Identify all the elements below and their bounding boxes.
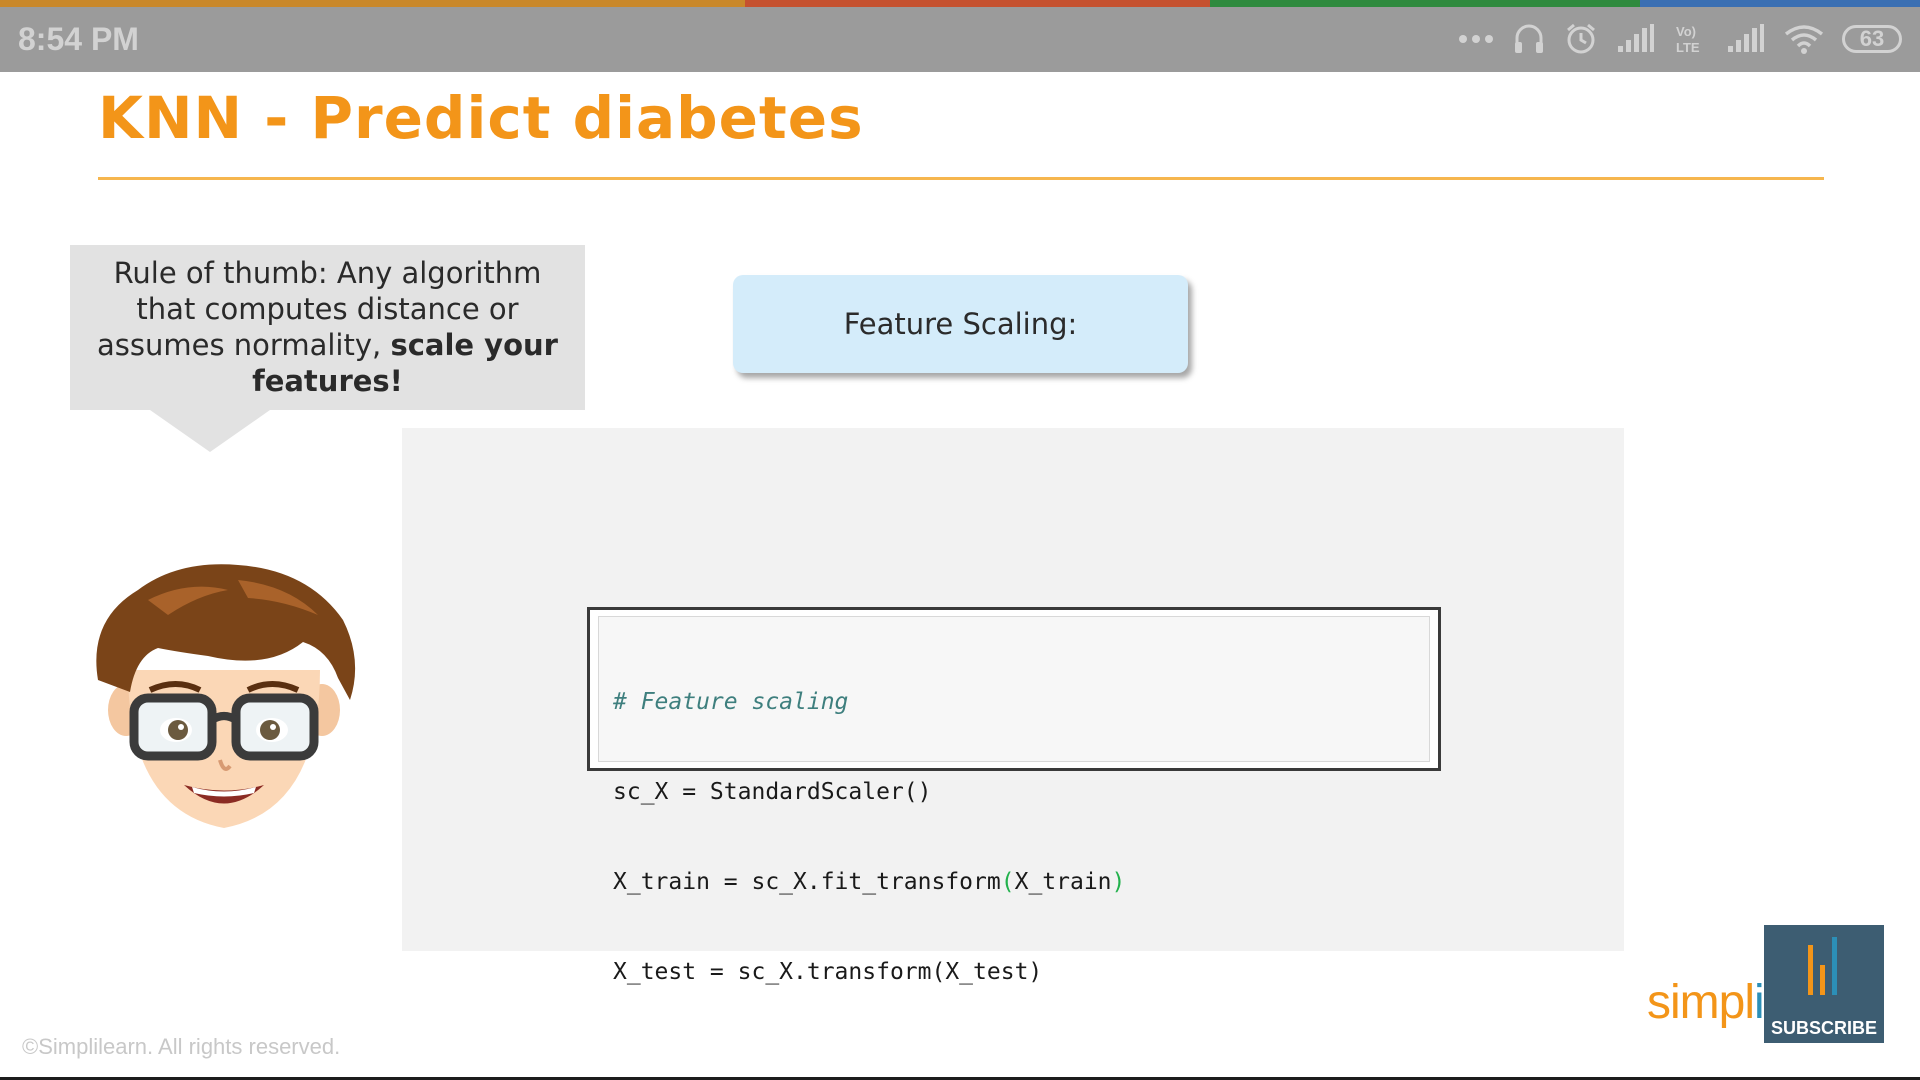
bubble-emphasis: features! — [252, 364, 403, 398]
wifi-icon — [1784, 25, 1824, 54]
subscribe-label: SUBSCRIBE — [1770, 1018, 1877, 1038]
code-line: X_test = sc_X.transform(X_test) — [613, 959, 1043, 985]
feature-scaling-label: Feature Scaling: — [733, 275, 1188, 373]
volte-top-text: Vo) — [1676, 24, 1696, 39]
bubble-text: assumes normality, — [97, 328, 382, 362]
subscribe-logo-icon — [1808, 937, 1837, 995]
code-block: # Feature scaling sc_X = StandardScaler(… — [587, 607, 1441, 985]
cartoon-character-icon — [96, 564, 356, 828]
code-content: # Feature scaling sc_X = StandardScaler(… — [598, 616, 1430, 985]
volte-icon: Vo) LTE — [1676, 24, 1700, 55]
bubble-line: Rule of thumb: Any algorithm — [113, 256, 542, 290]
code-text: X_train = sc_X.fit_transform — [613, 869, 1001, 895]
progress-strip — [0, 0, 1920, 7]
code-comment: # Feature scaling — [613, 689, 849, 715]
code-line: X_train = sc_X.fit_transform(X_train) — [613, 867, 1415, 897]
speech-bubble: Rule of thumb: Any algorithm that comput… — [70, 245, 585, 410]
status-icons: Vo) LTE 63 — [1458, 17, 1902, 61]
headphones-icon — [1515, 24, 1543, 53]
bubble-line: features! — [92, 363, 563, 399]
more-dots-icon — [1459, 35, 1493, 43]
bubble-line: that computes distance or — [136, 292, 519, 326]
bubble-emphasis: scale your — [390, 328, 558, 362]
code-text: X_train — [1014, 869, 1112, 895]
battery-icon: 63 — [1842, 25, 1902, 53]
alarm-icon — [1567, 23, 1595, 54]
subscribe-button[interactable]: SUBSCRIBE — [1764, 925, 1884, 1043]
code-paren-close: ) — [1111, 869, 1126, 895]
speech-bubble-tail — [150, 410, 270, 452]
volte-bottom-text: LTE — [1676, 40, 1700, 55]
video-frame: 8:54 PM Vo) LTE 63 KNN - Predict diabete… — [0, 0, 1920, 1080]
code-line: sc_X = StandardScaler() — [613, 779, 932, 805]
code-paren-open: ( — [1000, 869, 1015, 895]
bubble-line: assumes normality, scale your — [92, 327, 563, 363]
logo-text: i — [1754, 976, 1765, 1029]
status-time: 8:54 PM — [18, 21, 139, 57]
title-divider — [98, 177, 1824, 180]
signal-icon — [1618, 24, 1654, 52]
signal-icon — [1728, 24, 1764, 52]
logo-text: simpl — [1647, 976, 1755, 1029]
status-bar: 8:54 PM Vo) LTE 63 — [0, 7, 1920, 72]
slide-title: KNN - Predict diabetes — [98, 84, 864, 152]
copyright-text: ©Simplilearn. All rights reserved. — [22, 1034, 341, 1059]
